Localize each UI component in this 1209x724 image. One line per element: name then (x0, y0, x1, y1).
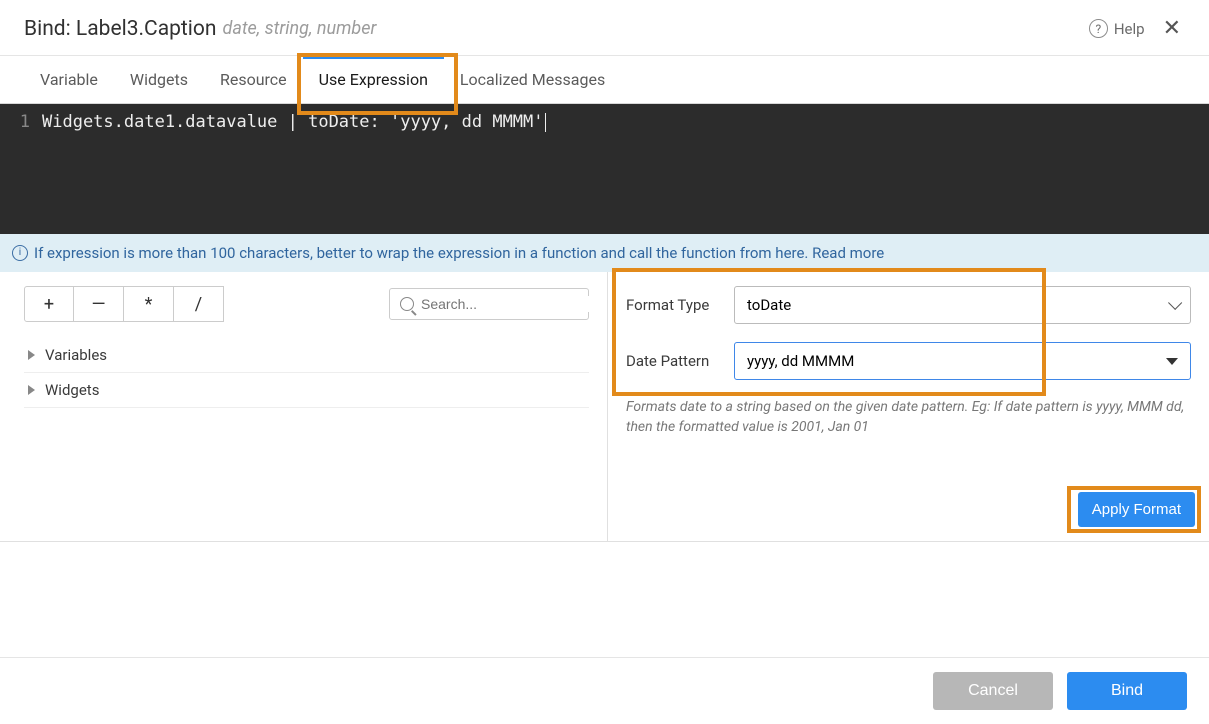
format-help-text: Formats date to a string based on the gi… (626, 398, 1191, 437)
tab-widgets[interactable]: Widgets (114, 56, 204, 103)
select-value: toDate (747, 296, 791, 314)
help-link[interactable]: ? Help (1089, 19, 1145, 38)
operator-multiply-button[interactable]: * (124, 286, 174, 322)
format-type-label: Format Type (626, 296, 734, 314)
main-body: + — * / Variables Widgets Format Type to… (0, 272, 1209, 542)
info-icon: i (12, 245, 28, 261)
select-value: yyyy, dd MMMM (747, 352, 854, 370)
dialog-header: Bind: Label3.Caption date, string, numbe… (0, 0, 1209, 56)
right-panel: Format Type toDate Date Pattern yyyy, dd… (608, 272, 1209, 541)
info-banner: i If expression is more than 100 charact… (0, 234, 1209, 272)
dialog-title: Bind: Label3.Caption (24, 17, 216, 41)
tab-localized-messages[interactable]: Localized Messages (444, 56, 621, 103)
line-number: 1 (0, 112, 42, 226)
search-icon (400, 297, 414, 311)
tree-item-variables[interactable]: Variables (24, 338, 589, 373)
help-label: Help (1114, 20, 1145, 38)
dialog-subtitle: date, string, number (222, 18, 376, 39)
read-more-link[interactable]: Read more (812, 244, 884, 262)
tab-use-expression[interactable]: Use Expression (303, 56, 444, 103)
chevron-down-icon (1166, 358, 1178, 365)
bind-button[interactable]: Bind (1067, 672, 1187, 710)
chevron-right-icon (28, 350, 35, 360)
search-field[interactable] (389, 288, 589, 320)
cancel-button[interactable]: Cancel (933, 672, 1053, 710)
operator-plus-button[interactable]: + (24, 286, 74, 322)
dialog-footer: Cancel Bind (0, 657, 1209, 724)
left-panel: + — * / Variables Widgets (0, 272, 608, 541)
date-pattern-label: Date Pattern (626, 352, 734, 370)
search-input[interactable] (421, 296, 602, 312)
tree-label: Widgets (45, 381, 99, 399)
help-icon: ? (1089, 19, 1108, 38)
operator-minus-button[interactable]: — (74, 286, 124, 322)
expression-editor[interactable]: 1 Widgets.date1.datavalue | toDate: 'yyy… (0, 104, 1209, 234)
format-type-select[interactable]: toDate (734, 286, 1191, 324)
tab-bar: Variable Widgets Resource Use Expression… (0, 56, 1209, 104)
tree-item-widgets[interactable]: Widgets (24, 373, 589, 408)
info-text: If expression is more than 100 character… (34, 244, 812, 262)
operator-toolbar: + — * / (24, 286, 589, 322)
editor-cursor (545, 113, 546, 132)
close-icon[interactable]: ✕ (1159, 16, 1185, 41)
chevron-down-icon (1168, 296, 1182, 310)
date-pattern-select[interactable]: yyyy, dd MMMM (734, 342, 1191, 380)
tab-resource[interactable]: Resource (204, 56, 303, 103)
code-text: Widgets.date1.datavalue | toDate: 'yyyy,… (42, 112, 544, 132)
tab-variable[interactable]: Variable (24, 56, 114, 103)
tree-label: Variables (45, 346, 107, 364)
chevron-right-icon (28, 385, 35, 395)
operator-divide-button[interactable]: / (174, 286, 224, 322)
apply-format-button[interactable]: Apply Format (1078, 492, 1195, 527)
